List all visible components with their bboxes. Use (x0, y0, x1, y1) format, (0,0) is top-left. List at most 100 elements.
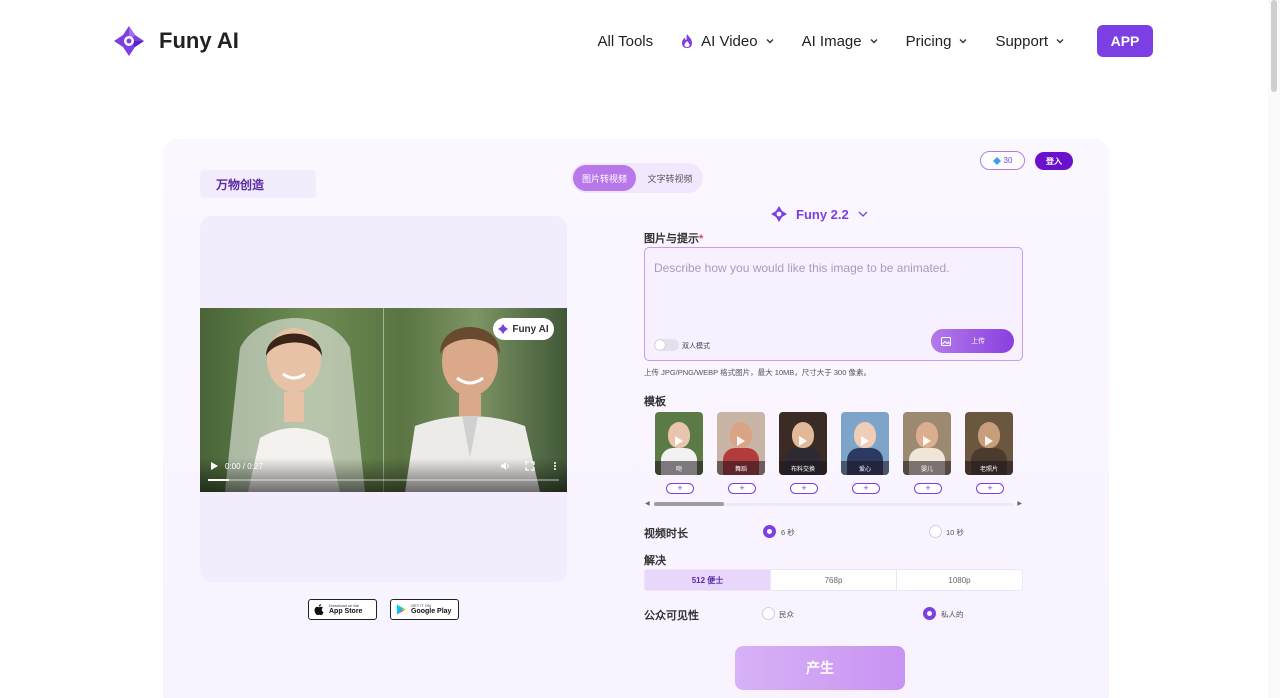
watermark-badge: Funy AI (493, 318, 554, 340)
chevron-down-icon (959, 39, 967, 44)
app-button[interactable]: APP (1097, 25, 1153, 57)
duration-10s-radio[interactable] (929, 525, 942, 538)
duration-6s-radio[interactable] (763, 525, 776, 538)
play-icon (923, 436, 931, 446)
main-nav: All Tools AI Video AI Image Pricing Supp… (571, 24, 1153, 58)
nav-ai-image[interactable]: AI Image (802, 24, 879, 58)
dual-mode-toggle[interactable] (654, 339, 679, 351)
google-play-button[interactable]: GET IT ON Google Play (390, 599, 459, 620)
video-time: 0:00 / 0:27 (225, 462, 263, 471)
add-template-button[interactable]: + (790, 483, 818, 494)
image-upload-icon (941, 336, 951, 346)
template-item[interactable]: 布料交换 (779, 412, 827, 475)
funy-logo-icon (498, 324, 509, 334)
mode-switch: 图片转视频 文字转视频 (571, 163, 703, 193)
chevron-down-icon (870, 39, 878, 44)
tab-text-to-video[interactable]: 文字转视频 (639, 165, 701, 191)
add-template-button[interactable]: + (728, 483, 756, 494)
google-play-text: GET IT ON Google Play (411, 604, 451, 616)
resolution-1080[interactable]: 1080p (897, 570, 1022, 590)
template-scroll-thumb[interactable] (654, 502, 724, 506)
nav-ai-video-label: AI Video (701, 32, 758, 50)
template-item[interactable]: 老照片 (965, 412, 1013, 475)
chevron-down-icon (1056, 39, 1064, 44)
scroll-right-icon[interactable]: ▶ (1017, 500, 1022, 507)
scroll-left-icon[interactable]: ◀ (645, 500, 650, 507)
template-item[interactable]: 爱心 (841, 412, 889, 475)
page-scrollbar-thumb[interactable] (1271, 0, 1277, 92)
template-item[interactable]: 婴儿 (903, 412, 951, 475)
more-options-icon[interactable] (550, 461, 560, 471)
duration-label: 视频时长 (644, 528, 688, 540)
toggle-knob (655, 340, 665, 350)
chevron-down-icon (858, 211, 868, 217)
template-list: 吻舞蹈 布料交换 爱心 婴儿 老照片 (655, 412, 1013, 475)
visibility-public-label: 民众 (779, 610, 794, 619)
credits-badge[interactable]: 30 (980, 151, 1025, 170)
visibility-public-radio[interactable] (762, 607, 775, 620)
template-item[interactable]: 吻 (655, 412, 703, 475)
duration-6s-label: 6 秒 (781, 528, 795, 537)
upload-label: 上传 (971, 338, 985, 345)
template-caption: 舞蹈 (717, 461, 765, 475)
upload-hint: 上传 JPG/PNG/WEBP 格式图片，最大 10MB，尺寸大于 300 像素… (644, 368, 871, 377)
visibility-private-label: 私人的 (941, 610, 964, 619)
resolution-selector: 512 便士 768p 1080p (644, 569, 1023, 591)
play-icon[interactable] (209, 461, 219, 471)
image-prompt-label-text: 图片与提示 (644, 233, 699, 245)
top-header: Funy AI All Tools AI Video AI Image Pric… (0, 0, 1280, 82)
add-template-button[interactable]: + (914, 483, 942, 494)
required-mark: * (699, 233, 704, 245)
play-icon (861, 436, 869, 446)
template-item[interactable]: 舞蹈 (717, 412, 765, 475)
template-caption: 爱心 (841, 461, 889, 475)
nav-ai-video[interactable]: AI Video (680, 24, 774, 58)
template-caption: 婴儿 (903, 461, 951, 475)
tab-image-to-video[interactable]: 图片转视频 (573, 165, 636, 191)
diamond-icon (992, 156, 1001, 165)
add-template-button[interactable]: + (666, 483, 694, 494)
login-button[interactable]: 登入 (1035, 152, 1073, 170)
model-name: Funy 2.2 (796, 206, 849, 222)
flame-icon (682, 34, 693, 48)
image-prompt-label: 图片与提示* (644, 230, 703, 246)
dual-mode-label: 双人模式 (682, 343, 710, 350)
duration-10s-label: 10 秒 (946, 528, 964, 537)
visibility-private-radio[interactable] (923, 607, 936, 620)
nav-support[interactable]: Support (995, 24, 1065, 58)
apple-icon (314, 604, 324, 615)
funy-logo-icon (114, 26, 144, 56)
play-icon (985, 436, 993, 446)
play-icon (737, 436, 745, 446)
brand-logo[interactable]: Funy AI (111, 23, 239, 59)
model-icon (771, 206, 787, 222)
nav-support-label: Support (995, 32, 1048, 50)
template-caption: 布料交换 (779, 461, 827, 475)
prompt-placeholder: Describe how you would like this image t… (654, 261, 950, 275)
app-store-text: Download on the App Store (329, 604, 363, 616)
app-store-button[interactable]: Download on the App Store (308, 599, 377, 620)
upload-button[interactable]: 上传 (931, 329, 1014, 353)
add-template-button[interactable]: + (976, 483, 1004, 494)
model-selector[interactable]: Funy 2.2 (770, 205, 869, 223)
nav-pricing[interactable]: Pricing (906, 24, 969, 58)
resolution-768[interactable]: 768p (771, 570, 897, 590)
generate-button[interactable]: 产生 (735, 646, 905, 690)
resolution-512[interactable]: 512 便士 (645, 570, 771, 590)
credits-value: 30 (1003, 156, 1013, 165)
play-icon (675, 436, 683, 446)
app-store-big: App Store (329, 608, 363, 615)
page-scrollbar[interactable] (1268, 0, 1280, 698)
video-progress-fill (208, 479, 230, 481)
creator-tab[interactable]: 万物创造 (200, 170, 316, 198)
nav-all-tools[interactable]: All Tools (598, 24, 654, 58)
video-progress[interactable] (208, 479, 559, 481)
template-scrollbar[interactable]: ◀ ▶ (644, 500, 1023, 508)
add-template-button[interactable]: + (852, 483, 880, 494)
chevron-down-icon (766, 39, 774, 44)
visibility-label: 公众可见性 (644, 610, 699, 622)
resolution-label: 解决 (644, 555, 666, 567)
fullscreen-icon[interactable] (525, 461, 535, 471)
volume-icon[interactable] (500, 461, 510, 471)
brand-name: Funy AI (159, 28, 239, 53)
